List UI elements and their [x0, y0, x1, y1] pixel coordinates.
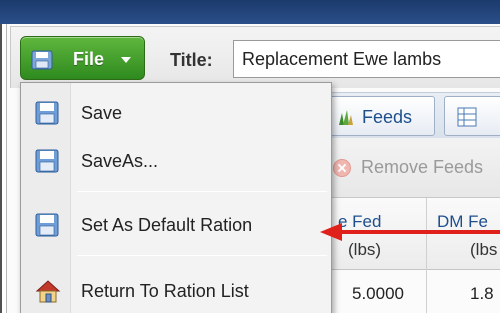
home-icon — [35, 279, 61, 308]
window-title-strip — [0, 0, 500, 24]
menu-item-label: SaveAs... — [81, 151, 159, 171]
table-icon — [457, 107, 477, 132]
feeds-icon — [336, 107, 356, 132]
grid-cell[interactable]: 5.0000 — [352, 284, 404, 304]
menu-item-set-default-ration[interactable]: Set As Default Ration — [21, 203, 331, 247]
menu-separator — [77, 255, 327, 256]
menu-item-save[interactable]: Save — [21, 91, 331, 135]
floppy-disk-icon — [35, 213, 59, 242]
title-label: Title: — [170, 50, 213, 70]
menu-item-label: Return To Ration List — [81, 281, 249, 301]
menu-item-label: Save — [81, 103, 123, 123]
tab-feeds-label: Feeds — [362, 107, 413, 127]
remove-feeds-label: Remove Feeds — [361, 157, 484, 177]
title-input[interactable] — [233, 40, 500, 78]
chevron-down-icon — [121, 57, 131, 63]
file-dropdown-menu: Save SaveAs... Set As Default Ration Ret… — [20, 82, 332, 313]
tab-feeds[interactable]: Feeds — [325, 96, 435, 136]
tab-next[interactable] — [444, 96, 500, 136]
floppy-disk-icon — [35, 149, 59, 178]
menu-item-label: Set As Default Ration — [81, 215, 253, 235]
floppy-disk-icon — [31, 50, 53, 75]
menu-separator — [77, 191, 327, 192]
floppy-disk-icon — [35, 101, 59, 130]
file-button-label: File — [73, 49, 105, 69]
remove-feeds-button[interactable]: Remove Feeds — [325, 150, 500, 186]
grid-cell[interactable]: 1.8 — [470, 284, 494, 304]
column-divider — [426, 198, 427, 313]
red-arrow-annotation — [320, 223, 500, 241]
file-menu-button[interactable]: File — [20, 36, 145, 80]
menu-item-return-to-ration-list[interactable]: Return To Ration List — [21, 269, 331, 313]
menu-item-save-as[interactable]: SaveAs... — [21, 139, 331, 183]
remove-icon — [333, 159, 351, 177]
